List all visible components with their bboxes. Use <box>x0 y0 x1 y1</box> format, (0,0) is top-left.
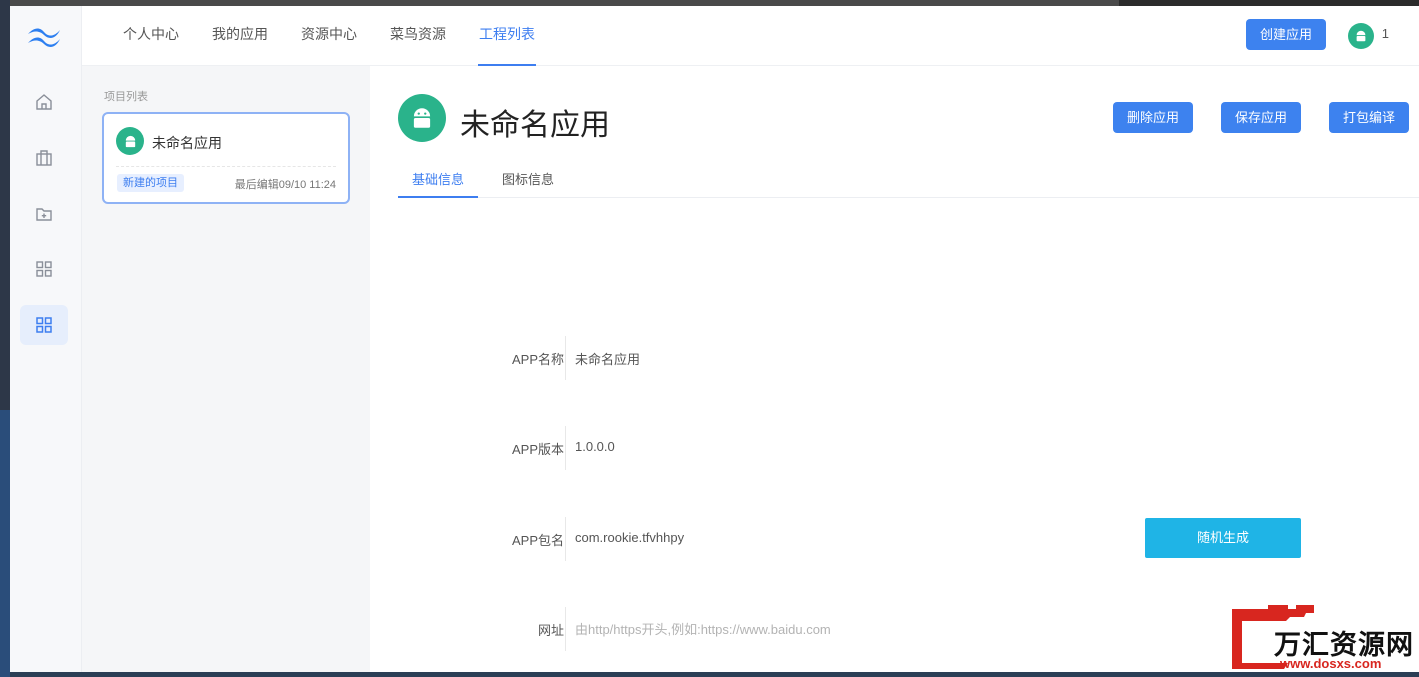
project-list-panel: 项目列表 未命名应用 新建的项目 最后编辑09/10 11:24 <box>82 66 370 672</box>
project-android-icon <box>116 127 144 155</box>
form-row-app-name: APP名称 未命名应用 <box>370 336 1419 380</box>
watermark: 万汇资源网 www.dosxs.com <box>1228 603 1414 673</box>
sidebar <box>10 6 82 672</box>
project-name: 未命名应用 <box>152 135 222 151</box>
sidebar-item-projects[interactable] <box>20 305 68 345</box>
random-generate-button[interactable]: 随机生成 <box>1145 518 1301 558</box>
form-separator <box>565 426 566 470</box>
save-app-button[interactable]: 保存应用 <box>1221 102 1301 133</box>
top-bar: 个人中心 我的应用 资源中心 菜鸟资源 工程列表 创建应用 1 <box>82 6 1419 66</box>
tab-icon-info[interactable]: 图标信息 <box>502 162 554 198</box>
android-icon <box>125 135 135 147</box>
project-last-edited: 最后编辑09/10 11:24 <box>234 179 336 191</box>
delete-app-button[interactable]: 删除应用 <box>1113 102 1193 133</box>
app-name-label: APP名称 <box>511 352 564 367</box>
app-name-field[interactable]: 未命名应用 <box>575 349 640 368</box>
form-separator <box>565 607 566 651</box>
sidebar-item-home[interactable] <box>20 82 68 122</box>
form-row-package-name: APP包名 com.rookie.tfvhhpy 随机生成 <box>370 517 1419 561</box>
card-divider <box>116 166 336 167</box>
home-icon <box>36 94 52 110</box>
nav-item-personal[interactable]: 个人中心 <box>122 6 180 66</box>
create-app-button[interactable]: 创建应用 <box>1246 19 1326 50</box>
user-count: 1 <box>1381 26 1389 41</box>
build-app-button[interactable]: 打包编译 <box>1329 102 1409 133</box>
app-version-field[interactable]: 1.0.0.0 <box>575 439 615 454</box>
android-icon <box>1356 30 1366 42</box>
sidebar-item-briefcase[interactable] <box>20 138 68 178</box>
app-version-label: APP版本 <box>511 442 564 457</box>
briefcase-icon <box>36 150 52 166</box>
nav-item-project-list[interactable]: 工程列表 <box>478 6 536 66</box>
tab-basic-info[interactable]: 基础信息 <box>398 162 478 198</box>
grid-icon <box>36 261 52 277</box>
sidebar-item-folder[interactable] <box>20 194 68 234</box>
form-row-app-version: APP版本 1.0.0.0 <box>370 426 1419 470</box>
url-label: 网址 <box>537 623 564 638</box>
android-icon <box>413 108 431 128</box>
app-icon <box>398 94 446 142</box>
tab-bar: 基础信息 图标信息 <box>398 162 1419 198</box>
project-list-title: 项目列表 <box>104 91 148 103</box>
sidebar-item-apps[interactable] <box>20 249 68 289</box>
package-name-field[interactable]: com.rookie.tfvhhpy <box>575 530 684 545</box>
top-nav: 个人中心 我的应用 资源中心 菜鸟资源 工程列表 <box>122 6 536 66</box>
form-separator <box>565 336 566 380</box>
app-window: 个人中心 我的应用 资源中心 菜鸟资源 工程列表 创建应用 1 项目列表 未命名… <box>10 6 1419 672</box>
main-panel: 未命名应用 删除应用 保存应用 打包编译 基础信息 图标信息 APP名称 未命名… <box>370 66 1419 672</box>
logo-icon <box>28 28 60 47</box>
page-title: 未命名应用 <box>460 109 610 142</box>
nav-item-my-apps[interactable]: 我的应用 <box>211 6 269 66</box>
watermark-url: www.dosxs.com <box>1280 656 1382 671</box>
nav-item-rookie-resources[interactable]: 菜鸟资源 <box>389 6 447 66</box>
backdrop-bottom <box>10 672 1419 677</box>
package-name-label: APP包名 <box>511 533 564 548</box>
grid-icon <box>36 317 52 333</box>
url-input[interactable] <box>575 613 1095 645</box>
avatar[interactable] <box>1348 23 1374 49</box>
project-card[interactable]: 未命名应用 新建的项目 最后编辑09/10 11:24 <box>102 112 350 204</box>
folder-add-icon <box>36 208 52 221</box>
form-separator <box>565 517 566 561</box>
nav-item-resources[interactable]: 资源中心 <box>300 6 358 66</box>
project-status-badge: 新建的项目 <box>117 174 184 192</box>
backdrop-left <box>0 0 10 677</box>
